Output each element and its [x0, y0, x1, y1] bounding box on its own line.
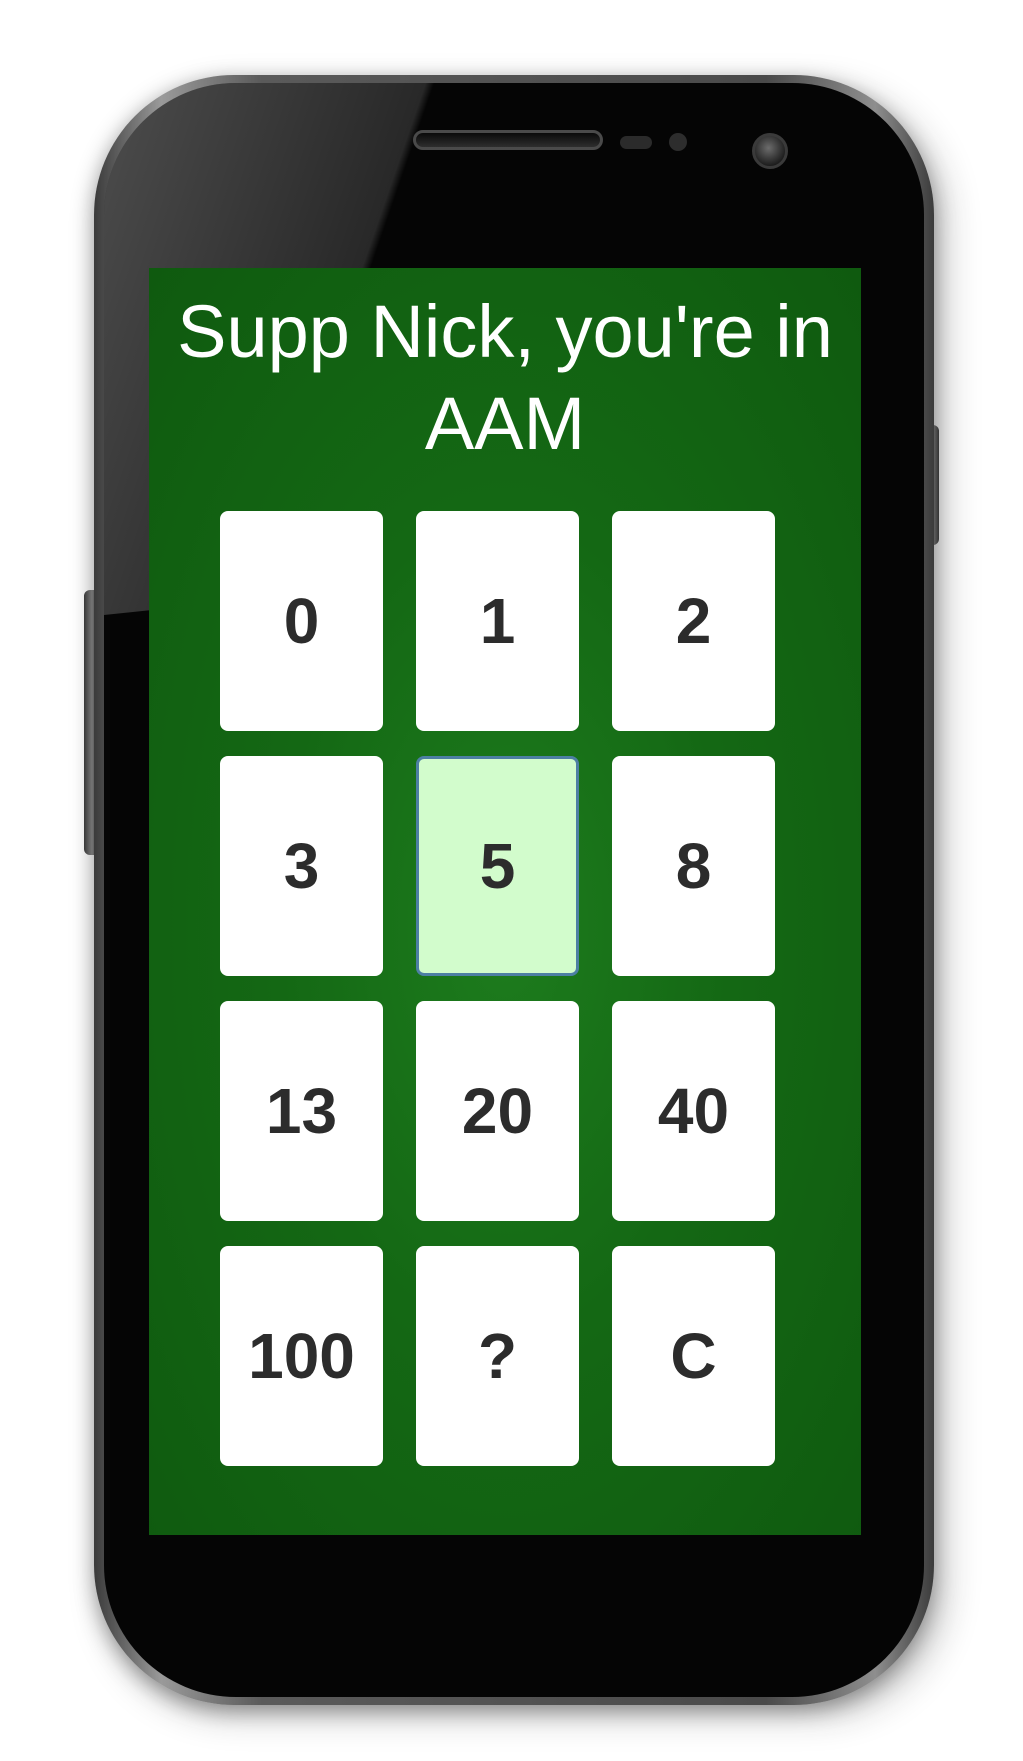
- estimate-card[interactable]: 13: [220, 1001, 383, 1221]
- estimate-card[interactable]: 0: [220, 511, 383, 731]
- estimate-card[interactable]: C: [612, 1246, 775, 1466]
- estimate-card[interactable]: 40: [612, 1001, 775, 1221]
- page-title: Supp Nick, you're in AAM: [177, 290, 833, 465]
- front-camera-icon: [752, 133, 788, 169]
- estimate-card[interactable]: 3: [220, 756, 383, 976]
- estimate-card[interactable]: 100: [220, 1246, 383, 1466]
- app-screen: Supp Nick, you're in AAM 0 1 2 3 5 8 13 …: [149, 268, 861, 1535]
- estimate-card[interactable]: 8: [612, 756, 775, 976]
- estimate-card[interactable]: ?: [416, 1246, 579, 1466]
- speaker-grille: [413, 130, 603, 150]
- estimate-card[interactable]: 2: [612, 511, 775, 731]
- estimate-card[interactable]: 20: [416, 1001, 579, 1221]
- proximity-sensor: [620, 136, 652, 149]
- light-sensor: [669, 133, 687, 151]
- estimate-card-selected[interactable]: 5: [416, 756, 579, 976]
- estimate-card[interactable]: 1: [416, 511, 579, 731]
- estimate-card-grid: 0 1 2 3 5 8 13 20 40 100 ? C: [220, 511, 775, 1466]
